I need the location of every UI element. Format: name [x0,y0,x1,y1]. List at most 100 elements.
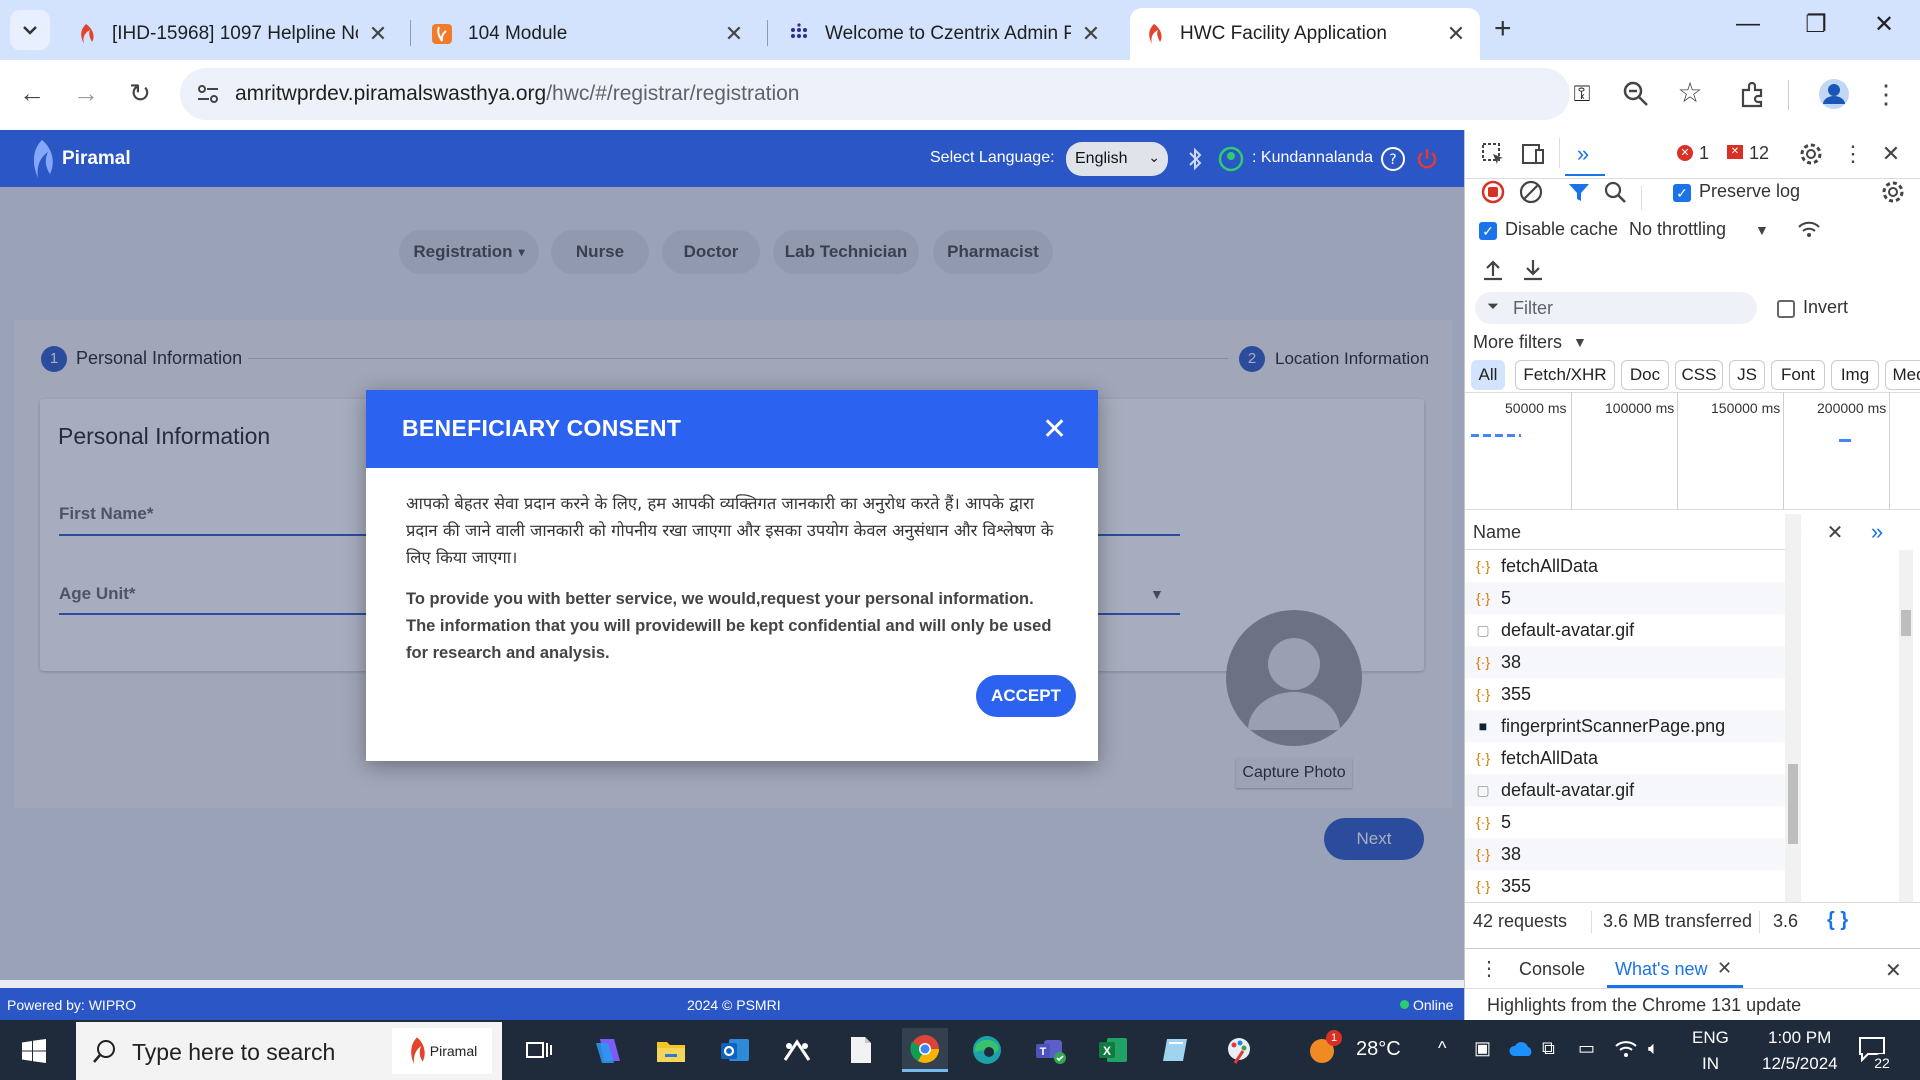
snipping-tool-icon[interactable] [774,1028,820,1072]
input-language-line2[interactable]: IN [1702,1054,1719,1074]
windows-start-icon[interactable] [22,1039,46,1063]
chip-fetch-xhr[interactable]: Fetch/XHR [1515,360,1615,390]
show-hidden-icons-icon[interactable]: ^ [1438,1038,1446,1059]
request-row[interactable]: ▢ default-avatar.gif [1465,774,1785,806]
excel-icon[interactable]: X [1090,1028,1136,1072]
chip-css[interactable]: CSS [1675,360,1723,390]
site-settings-icon[interactable] [196,83,220,105]
close-drawer-icon[interactable]: ✕ [1885,958,1902,983]
paint-app-icon[interactable] [1216,1028,1262,1072]
request-row[interactable]: {·} 38 [1465,646,1785,678]
chip-media[interactable]: Med [1885,360,1920,390]
request-row[interactable]: {·} fetchAllData [1465,742,1785,774]
scrollbar-thumb[interactable] [1788,764,1798,844]
teams-icon[interactable]: T [1028,1028,1074,1072]
close-window-icon[interactable]: ✕ [1854,10,1914,39]
browser-tab[interactable]: [IHD-15968] 1097 Helpline No c ✕ [62,8,402,60]
devtools-menu-icon[interactable]: ⋮ [1839,140,1867,168]
new-tab-button[interactable]: + [1494,12,1512,46]
close-tab-icon[interactable]: ✕ [366,21,390,47]
extensions-icon[interactable] [1737,78,1769,110]
input-language-line1[interactable]: ENG [1692,1028,1729,1048]
preserve-log-checkbox[interactable]: ✓ [1673,184,1691,202]
chip-all[interactable]: All [1471,360,1505,390]
zoom-out-icon[interactable] [1620,78,1652,110]
close-tab-icon[interactable]: ✕ [1717,958,1732,979]
bluetooth-icon[interactable] [1182,146,1208,172]
filter-funnel-icon[interactable] [1565,178,1593,206]
more-tabs-icon[interactable]: » [1569,140,1597,168]
chrome-taskbar-icon[interactable] [902,1028,948,1072]
pretty-print-icon[interactable]: { } [1827,909,1848,932]
tab-whats-new[interactable]: What's new [1615,959,1707,980]
clock-date[interactable]: 12/5/2024 [1762,1054,1838,1074]
request-row[interactable]: {·} 355 [1465,870,1785,902]
tab-search-button[interactable] [10,10,50,50]
issues-count[interactable]: 12 [1749,143,1769,164]
network-conditions-icon[interactable] [1795,215,1823,243]
tab-console[interactable]: Console [1519,959,1585,980]
edge-icon[interactable] [964,1028,1010,1072]
battery-icon[interactable]: ▭ [1578,1038,1595,1059]
chip-font[interactable]: Font [1771,360,1825,390]
browser-tab-active[interactable]: HWC Facility Application ✕ [1130,8,1480,60]
request-row[interactable]: {·} 5 [1465,806,1785,838]
search-icon[interactable] [1601,178,1629,206]
chip-img[interactable]: Img [1831,360,1879,390]
volume-icon[interactable]: 🔈︎ [1648,1038,1659,1059]
close-tab-icon[interactable]: ✕ [722,21,746,47]
screen-capture-tray-icon[interactable]: ⧉ [1542,1038,1555,1059]
browser-tab[interactable]: 104 Module ✕ [418,8,758,60]
notepad-icon[interactable] [838,1028,884,1072]
waterfall-scrollbar[interactable] [1899,550,1913,902]
webcam-tray-icon[interactable]: ▣ [1474,1038,1491,1059]
request-row[interactable]: ■ fingerprintScannerPage.png [1465,710,1785,742]
chip-js[interactable]: JS [1729,360,1765,390]
language-select[interactable]: English ⌄ [1066,142,1168,176]
reload-button[interactable]: ↻ [122,78,158,109]
disable-cache-checkbox[interactable]: ✓ [1479,222,1497,240]
notes-app-icon[interactable] [1152,1028,1198,1072]
throttling-select[interactable]: No throttling [1629,219,1726,240]
logout-power-icon[interactable] [1414,146,1440,172]
request-row[interactable]: {·} 355 [1465,678,1785,710]
browser-tab[interactable]: Welcome to Czentrix Admin Pa ✕ [775,8,1115,60]
device-toolbar-icon[interactable] [1519,140,1547,168]
export-har-icon[interactable] [1519,256,1547,284]
request-row[interactable]: {·} 38 [1465,838,1785,870]
password-key-icon[interactable]: ⚿ [1566,78,1598,110]
filter-input[interactable]: ⏷ Filter [1475,292,1757,324]
chrome-menu-icon[interactable]: ⋮ [1870,78,1902,110]
close-tab-icon[interactable]: ✕ [1444,21,1468,47]
help-icon[interactable]: ? [1380,146,1406,172]
request-row[interactable]: ▢ default-avatar.gif [1465,614,1785,646]
close-details-icon[interactable]: ✕ [1821,518,1849,546]
wifi-icon[interactable] [1614,1038,1638,1060]
back-button[interactable]: ← [14,78,50,109]
name-column-header[interactable]: Name [1473,522,1521,543]
outlook-icon[interactable] [712,1028,758,1072]
network-settings-gear-icon[interactable] [1879,178,1907,206]
stop-recording-icon[interactable] [1479,178,1507,206]
settings-gear-icon[interactable] [1797,140,1825,168]
request-row[interactable]: {·} fetchAllData [1465,550,1785,582]
profile-avatar-icon[interactable] [1818,78,1850,110]
invert-checkbox[interactable] [1777,300,1795,318]
scrollbar-thumb[interactable] [1901,610,1911,636]
close-devtools-icon[interactable]: ✕ [1877,140,1905,168]
task-view-icon[interactable] [516,1028,562,1072]
temperature[interactable]: 28°C [1356,1038,1401,1061]
chip-doc[interactable]: Doc [1621,360,1669,390]
more-columns-icon[interactable]: » [1863,518,1891,546]
close-icon[interactable]: ✕ [1042,412,1067,447]
clear-log-icon[interactable] [1517,178,1545,206]
minimize-window-icon[interactable]: — [1718,10,1778,38]
close-tab-icon[interactable]: ✕ [1079,21,1103,47]
error-count[interactable]: 1 [1699,143,1709,164]
request-row[interactable]: {·} 5 [1465,582,1785,614]
more-filters-button[interactable]: More filters [1473,332,1562,353]
import-har-icon[interactable] [1479,256,1507,284]
onedrive-icon[interactable] [1508,1040,1534,1058]
drawer-menu-icon[interactable]: ⋮ [1479,956,1499,981]
copilot-icon[interactable] [586,1028,632,1072]
